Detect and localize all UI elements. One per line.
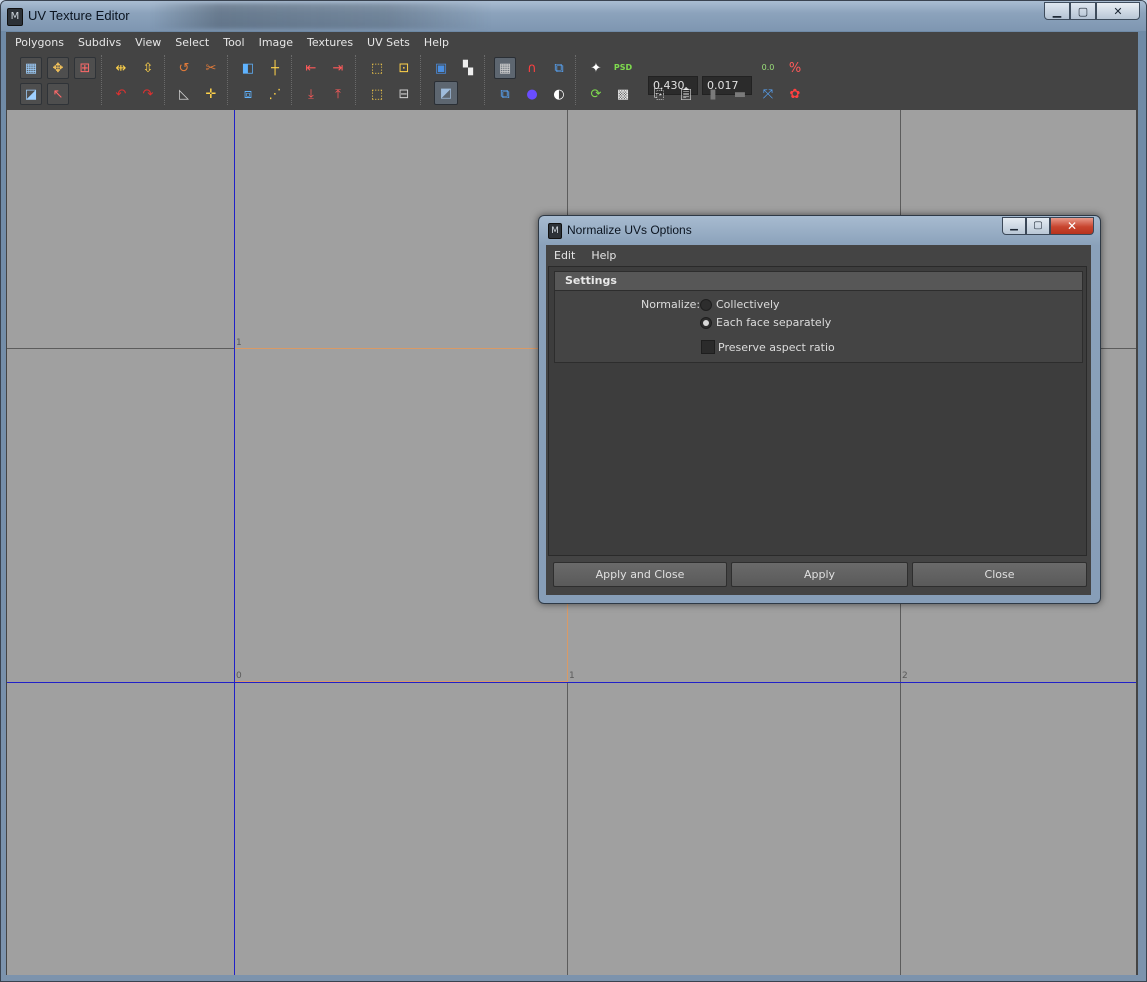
normalize-uvs-dialog: M Normalize UVs Options ▁ ▢ ✕ Edit Help …	[538, 215, 1101, 604]
relative-toggle-icon[interactable]: %	[784, 57, 806, 79]
grid-label-u1: 1	[569, 671, 575, 681]
menu-polygons[interactable]: Polygons	[9, 36, 70, 49]
unfold-icon[interactable]: ⧈	[237, 83, 259, 105]
collectively-radio[interactable]	[700, 299, 712, 311]
copy-uv-icon[interactable]: ⧉	[494, 83, 516, 105]
align-icon[interactable]: ┼	[264, 57, 286, 79]
menu-help[interactable]: Help	[418, 36, 455, 49]
preserve-aspect-label[interactable]: Preserve aspect ratio	[718, 341, 835, 354]
normalize-label: Normalize:	[641, 298, 701, 311]
window-controls: ▁ ▢ ✕	[1044, 2, 1140, 20]
u-axis	[7, 682, 1136, 683]
dialog-close-button[interactable]: ✕	[1050, 217, 1094, 235]
cut-uv-icon[interactable]: ✂	[200, 57, 222, 79]
relax-icon[interactable]: ⬚	[366, 83, 388, 105]
rotate-cw-icon[interactable]: ↷	[137, 83, 159, 105]
menu-tool[interactable]: Tool	[217, 36, 250, 49]
magnet-snap-icon[interactable]: ∩	[521, 57, 543, 79]
align-bottom-icon[interactable]: ⤓	[300, 83, 322, 105]
checker-icon[interactable]: ▚	[457, 57, 479, 79]
alpha-channel-icon[interactable]: ◐	[548, 83, 570, 105]
menu-image[interactable]: Image	[253, 36, 299, 49]
settings-panel: Settings Normalize: Collectively Each fa…	[548, 266, 1087, 556]
window-title: UV Texture Editor	[28, 8, 130, 23]
isolate-icon[interactable]: ✦	[585, 57, 607, 79]
apply-button[interactable]: Apply	[731, 562, 908, 587]
maximize-button[interactable]: ▢	[1070, 2, 1096, 20]
lattice-tool-icon[interactable]: ◪	[20, 83, 42, 105]
flip-v-icon[interactable]: ⇳	[137, 57, 159, 79]
menu-textures[interactable]: Textures	[301, 36, 359, 49]
copy-icon[interactable]: ⎘	[648, 83, 670, 105]
paste-u-icon[interactable]: ▮	[702, 83, 724, 105]
dialog-client: Edit Help Settings Normalize: Collective…	[546, 245, 1091, 595]
dialog-maximize-button[interactable]: ▢	[1026, 217, 1050, 235]
title-bar[interactable]: M UV Texture Editor ▁ ▢ ✕	[1, 1, 1146, 31]
rotate-uv-icon[interactable]: ↺	[173, 57, 195, 79]
layout-icon[interactable]: ◧	[237, 57, 259, 79]
snap-uv-icon[interactable]: ⊡	[393, 57, 415, 79]
paste-v-icon[interactable]: ▬	[729, 83, 751, 105]
checker-tile-icon[interactable]: ▩	[612, 83, 634, 105]
menu-bar: Polygons Subdivs View Select Tool Image …	[6, 32, 1138, 52]
dim-image-icon[interactable]: ◩	[434, 81, 458, 105]
sew-uv-icon[interactable]: ✛	[200, 83, 222, 105]
dialog-button-row: Apply and Close Apply Close	[546, 562, 1091, 589]
display-grid-icon[interactable]: ▦	[494, 57, 516, 79]
shell-icon[interactable]: ⊟	[393, 83, 415, 105]
each-face-radio[interactable]	[700, 317, 712, 329]
move-uv-icon[interactable]: ✥	[47, 57, 69, 79]
refresh-icon[interactable]: ⟳	[585, 83, 607, 105]
menu-select[interactable]: Select	[169, 36, 215, 49]
menu-subdivs[interactable]: Subdivs	[72, 36, 127, 49]
close-button[interactable]: ✕	[1096, 2, 1140, 20]
pixel-snap-icon[interactable]: ⧉	[548, 57, 570, 79]
background-blur	[151, 3, 491, 29]
dialog-title: Normalize UVs Options	[567, 223, 692, 237]
maya-dialog-icon[interactable]: M	[548, 223, 562, 239]
update-uv-icon[interactable]: 0.0	[757, 57, 779, 79]
uv-lattice-icon[interactable]: ▦	[20, 57, 42, 79]
dialog-minimize-button[interactable]: ▁	[1002, 217, 1026, 235]
select-uv-shell-icon[interactable]: ⊞	[74, 57, 96, 79]
rgb-channels-icon[interactable]: ●	[521, 83, 543, 105]
align-right-icon[interactable]: ⇥	[327, 57, 349, 79]
dialog-menu-edit[interactable]: Edit	[546, 249, 583, 262]
display-image-icon[interactable]: ▣	[430, 57, 452, 79]
toolbar: ▦ ✥ ⊞ ⇹ ⇳ ↺ ✂ ◧ ┼ ⇤ ⇥ ⬚ ⊡ ▣ ▚ ▦ ∩ ⧉ ✦ PS…	[6, 52, 1138, 109]
minimize-button[interactable]: ▁	[1044, 2, 1070, 20]
v-axis	[234, 110, 235, 975]
grid-label-origin: 0	[236, 671, 242, 681]
straighten-icon[interactable]: ⋰	[264, 83, 286, 105]
grid-snap-icon[interactable]: ⬚	[366, 57, 388, 79]
collectively-label[interactable]: Collectively	[716, 298, 780, 311]
close-dialog-button[interactable]: Close	[912, 562, 1087, 587]
each-face-label[interactable]: Each face separately	[716, 316, 831, 329]
delete-uv-icon[interactable]: ✿	[784, 83, 806, 105]
settings-section-header[interactable]: Settings	[554, 271, 1083, 291]
tweak-uv-icon[interactable]: ↖	[47, 83, 69, 105]
settings-section-body: Normalize: Collectively Each face separa…	[554, 291, 1083, 363]
menu-view[interactable]: View	[129, 36, 167, 49]
psd-network-icon[interactable]: PSD	[612, 57, 634, 79]
align-left-icon[interactable]: ⇤	[300, 57, 322, 79]
paste-icon[interactable]: 📋︎	[675, 83, 697, 105]
cycle-uv-icon[interactable]: ⤧	[757, 83, 779, 105]
grid-label-v1: 1	[236, 338, 242, 348]
maya-app-icon[interactable]: M	[7, 8, 23, 26]
preserve-aspect-checkbox[interactable]	[701, 340, 715, 354]
dialog-menu-bar: Edit Help	[546, 245, 1091, 265]
grid-label-u2: 2	[902, 671, 908, 681]
align-top-icon[interactable]: ⤒	[327, 83, 349, 105]
rotate-ccw-icon[interactable]: ↶	[110, 83, 132, 105]
split-uv-icon[interactable]: ◺	[173, 83, 195, 105]
uv-0-1-space-border	[234, 348, 568, 682]
flip-u-icon[interactable]: ⇹	[110, 57, 132, 79]
apply-and-close-button[interactable]: Apply and Close	[553, 562, 727, 587]
dialog-window-controls: ▁ ▢ ✕	[1002, 217, 1094, 235]
dialog-menu-help[interactable]: Help	[583, 249, 624, 262]
menu-uv-sets[interactable]: UV Sets	[361, 36, 416, 49]
